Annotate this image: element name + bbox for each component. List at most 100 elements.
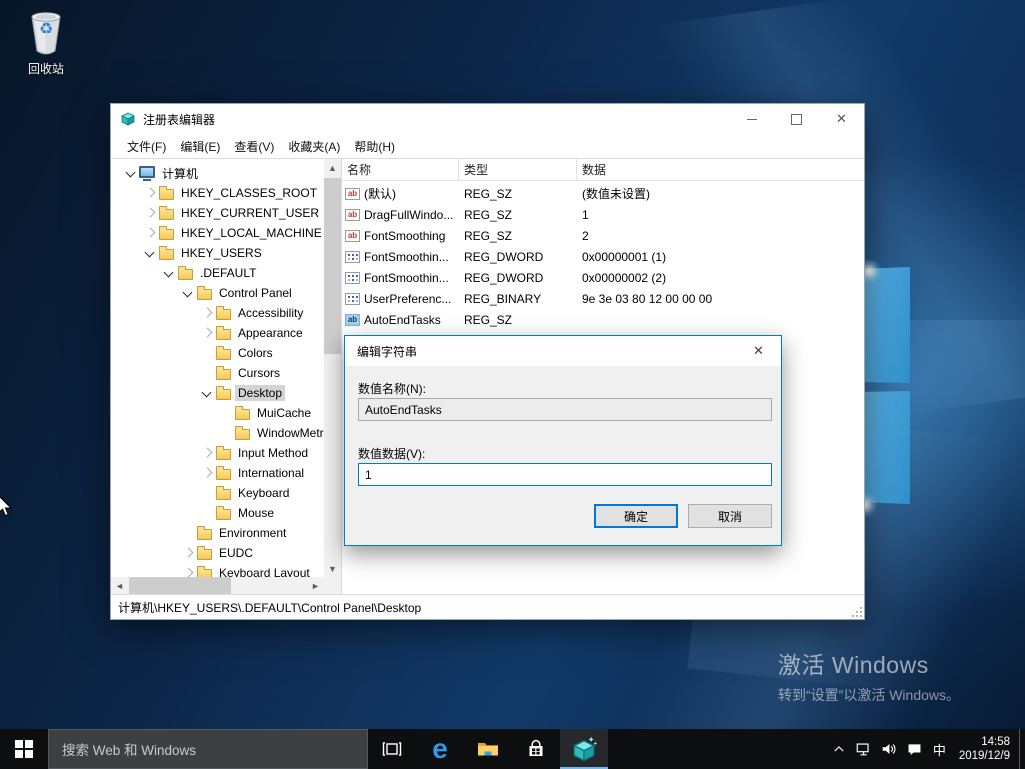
tray-ime-indicator[interactable]: 中 [927, 729, 952, 769]
maximize-button[interactable] [774, 104, 819, 134]
folder-icon [235, 409, 250, 420]
title-bar[interactable]: 注册表编辑器 ✕ [111, 104, 864, 134]
tray-chevron-button[interactable] [827, 729, 852, 769]
chevron-expanded-icon[interactable] [123, 165, 139, 181]
chevron-collapsed-icon[interactable] [142, 185, 158, 201]
tree-item-cursors[interactable]: Cursors [111, 363, 324, 383]
tray-clock[interactable]: 14:58 2019/12/9 [952, 735, 1019, 763]
tree-item-hkey-current-user[interactable]: HKEY_CURRENT_USER [111, 203, 324, 223]
value-name-cell: ab AutoEndTasks [342, 313, 459, 327]
tree-horizontal-scrollbar[interactable]: ◄ ► [111, 577, 324, 594]
menu-view[interactable]: 查看(V) [227, 135, 281, 158]
scrollbar-thumb[interactable] [129, 577, 231, 594]
chevron-collapsed-icon[interactable] [199, 445, 215, 461]
edge-browser-button[interactable]: e [416, 729, 464, 769]
folder-icon [197, 529, 212, 540]
status-path: 计算机\HKEY_USERS\.DEFAULT\Control Panel\De… [118, 599, 421, 616]
tree-item-environment[interactable]: Environment [111, 523, 324, 543]
scroll-down-arrow-icon[interactable]: ▼ [324, 560, 341, 577]
tree-item-hkey-users[interactable]: HKEY_USERS [111, 243, 324, 263]
tray-notifications-button[interactable] [902, 729, 927, 769]
chevron-collapsed-icon[interactable] [142, 205, 158, 221]
close-button[interactable]: ✕ [819, 104, 864, 134]
value-row-fontsmoothingtype[interactable]: FontSmoothin... REG_DWORD 0x00000002 (2) [342, 267, 864, 288]
regedit-taskbar-button[interactable] [560, 729, 608, 769]
tree-item-label: Desktop [235, 385, 285, 401]
column-header-data[interactable]: 数据 [577, 159, 864, 180]
tree-item-control-panel[interactable]: Control Panel [111, 283, 324, 303]
chevron-expanded-icon[interactable] [180, 285, 196, 301]
value-row-autoendtasks[interactable]: abAutoEndTasks REG_SZ [342, 309, 864, 330]
ok-button[interactable]: 确定 [594, 504, 678, 528]
chevron-collapsed-icon[interactable] [142, 225, 158, 241]
value-row-dragfullwindows[interactable]: abDragFullWindo... REG_SZ 1 [342, 204, 864, 225]
tree-vertical-scrollbar[interactable]: ▲ ▼ [324, 159, 341, 577]
scrollbar-thumb[interactable] [324, 178, 341, 354]
value-name: AutoEndTasks [364, 313, 441, 327]
column-header-type[interactable]: 类型 [459, 159, 577, 180]
resize-grip[interactable] [850, 605, 862, 617]
tree-item-windowmetrics[interactable]: WindowMetrics [111, 423, 324, 443]
task-view-button[interactable] [368, 729, 416, 769]
tree-item-input-method[interactable]: Input Method [111, 443, 324, 463]
tree-item-label: International [235, 465, 307, 481]
chevron-collapsed-icon[interactable] [180, 565, 196, 577]
store-button[interactable] [512, 729, 560, 769]
tree-item-appearance[interactable]: Appearance [111, 323, 324, 343]
scroll-left-arrow-icon[interactable]: ◄ [111, 577, 128, 594]
menu-help[interactable]: 帮助(H) [347, 135, 402, 158]
tree-item-keyboard[interactable]: Keyboard [111, 483, 324, 503]
menu-favorites[interactable]: 收藏夹(A) [281, 135, 347, 158]
reg-sz-icon-selected: ab [345, 314, 360, 326]
tree-item-label: HKEY_CLASSES_ROOT [178, 185, 320, 201]
list-header: 名称 类型 数据 [342, 159, 864, 181]
chevron-collapsed-icon[interactable] [199, 465, 215, 481]
chevron-collapsed-icon[interactable] [199, 305, 215, 321]
file-explorer-button[interactable] [464, 729, 512, 769]
tree-item-international[interactable]: International [111, 463, 324, 483]
cancel-button[interactable]: 取消 [688, 504, 772, 528]
tree-item-desktop[interactable]: Desktop [111, 383, 324, 403]
taskbar-search-box[interactable]: 搜索 Web 和 Windows [48, 729, 368, 769]
start-button[interactable] [0, 729, 48, 769]
tree-item-muicache[interactable]: MuiCache [111, 403, 324, 423]
tree-item-keyboard-layout[interactable]: Keyboard Layout [111, 563, 324, 577]
tray-volume-button[interactable] [877, 729, 902, 769]
column-header-name[interactable]: 名称 [342, 159, 459, 180]
tree-item-hkey-classes-root[interactable]: HKEY_CLASSES_ROOT [111, 183, 324, 203]
value-row-userpreferences[interactable]: UserPreferenc... REG_BINARY 9e 3e 03 80 … [342, 288, 864, 309]
scroll-up-arrow-icon[interactable]: ▲ [324, 159, 341, 176]
tree-item-default[interactable]: .DEFAULT [111, 263, 324, 283]
minimize-button[interactable] [729, 104, 774, 134]
value-row-fontsmoothinggamma[interactable]: FontSmoothin... REG_DWORD 0x00000001 (1) [342, 246, 864, 267]
folder-icon [159, 249, 174, 260]
chevron-spacer [199, 485, 215, 501]
value-name-field[interactable]: AutoEndTasks [358, 398, 772, 421]
tree-item-computer[interactable]: 计算机 [111, 163, 324, 183]
tree-item-mouse[interactable]: Mouse [111, 503, 324, 523]
value-type: REG_BINARY [459, 292, 577, 306]
tree-item-colors[interactable]: Colors [111, 343, 324, 363]
chevron-expanded-icon[interactable] [161, 265, 177, 281]
chevron-expanded-icon[interactable] [199, 385, 215, 401]
value-row-default[interactable]: ab(默认) REG_SZ (数值未设置) [342, 183, 864, 204]
menu-edit[interactable]: 编辑(E) [173, 135, 227, 158]
dialog-close-button[interactable]: ✕ [736, 336, 781, 366]
tree-item-accessibility[interactable]: Accessibility [111, 303, 324, 323]
value-data-input[interactable]: 1 [358, 463, 772, 486]
tree-item-hkey-local-machine[interactable]: HKEY_LOCAL_MACHINE [111, 223, 324, 243]
dialog-title-bar[interactable]: 编辑字符串 ✕ [345, 336, 781, 366]
value-name: FontSmoothing [364, 229, 445, 243]
chevron-expanded-icon[interactable] [142, 245, 158, 261]
recycle-bin-shortcut[interactable]: ♻ 回收站 [14, 8, 78, 77]
scroll-right-arrow-icon[interactable]: ► [307, 577, 324, 594]
menu-file[interactable]: 文件(F) [120, 135, 173, 158]
value-row-fontsmoothing[interactable]: abFontSmoothing REG_SZ 2 [342, 225, 864, 246]
chevron-collapsed-icon[interactable] [199, 325, 215, 341]
value-data-label: 数值数据(V): [358, 445, 425, 462]
tray-network-button[interactable] [852, 729, 877, 769]
tree-item-eudc[interactable]: EUDC [111, 543, 324, 563]
chevron-collapsed-icon[interactable] [180, 545, 196, 561]
value-data: 0x00000002 (2) [577, 271, 864, 285]
show-desktop-button[interactable] [1019, 729, 1025, 769]
